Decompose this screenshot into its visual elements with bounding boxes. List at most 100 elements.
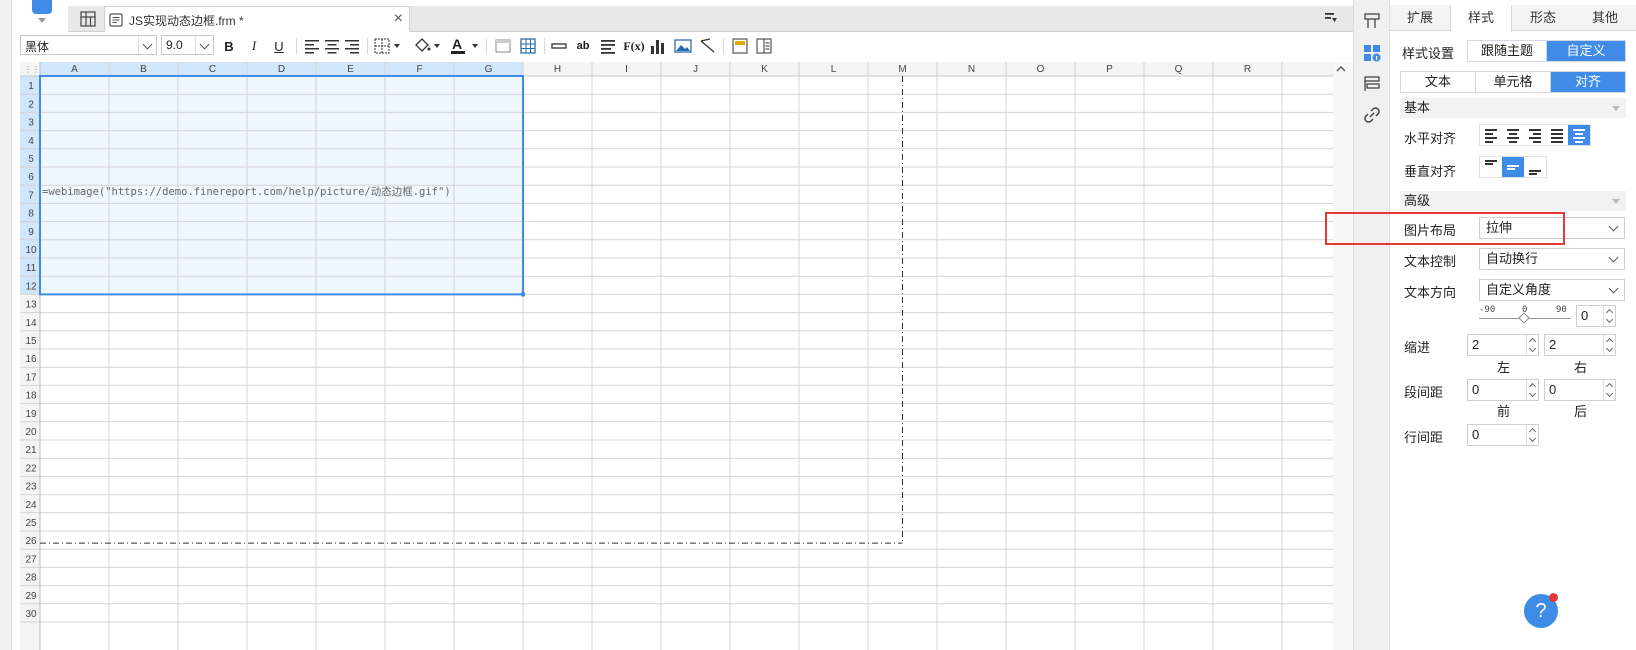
collapse-icon[interactable] [1612, 106, 1620, 111]
basic-section-header[interactable]: 基本 [1400, 98, 1626, 118]
hyperlink-icon[interactable] [1363, 106, 1381, 124]
spinner-arrows-icon[interactable] [1603, 306, 1615, 326]
column-header-n[interactable]: N [968, 64, 975, 75]
chevron-down-icon[interactable] [1604, 280, 1624, 300]
row-header-13[interactable]: 13 [25, 300, 37, 311]
column-header-i[interactable]: I [625, 64, 628, 75]
column-header-p[interactable]: P [1106, 64, 1113, 75]
row-header-24[interactable]: 24 [25, 500, 37, 511]
subtab-align[interactable]: 对齐 [1551, 72, 1625, 92]
border-dropdown-icon[interactable] [372, 36, 404, 56]
h-align-default-icon[interactable] [1568, 125, 1590, 145]
column-layout-icon[interactable] [754, 36, 774, 56]
text-direction-select[interactable]: 自定义角度 [1479, 279, 1625, 301]
text-cell-button[interactable]: ab [573, 36, 593, 56]
underline-button[interactable]: U [269, 36, 289, 56]
spreadsheet-grid[interactable]: ⋮⋮ A B C D E F G H I J K L M N O P Q R 1 2 3 4 5 6 7 8 9 10 11 12 13 14 1… [20, 62, 1353, 650]
grid-canvas[interactable]: ⋮⋮ A B C D E F G H I J K L M N O P Q R12345678910111213141… [20, 62, 1353, 650]
formula-button[interactable]: F(x) [622, 36, 646, 56]
chevron-down-icon[interactable] [138, 36, 156, 54]
chevron-down-icon[interactable] [195, 36, 213, 54]
spinner-arrows-icon[interactable] [1603, 380, 1615, 400]
row-header-14[interactable]: 14 [25, 318, 37, 329]
column-header-j[interactable]: J [693, 64, 698, 75]
fill-color-icon[interactable] [412, 36, 444, 56]
row-header-8[interactable]: 8 [28, 209, 34, 220]
tab-expand[interactable]: 扩展 [1390, 5, 1450, 31]
row-header-28[interactable]: 28 [25, 573, 37, 584]
spinner-arrows-icon[interactable] [1526, 380, 1538, 400]
align-left-icon[interactable] [302, 36, 322, 56]
document-tab[interactable]: JS实现动态边框.frm * × [104, 6, 410, 32]
column-header-e[interactable]: E [347, 64, 354, 75]
app-logo-icon[interactable] [32, 0, 52, 14]
row-header-10[interactable]: 10 [25, 245, 37, 256]
row-header-16[interactable]: 16 [25, 354, 37, 365]
line-spacing-spinner[interactable]: 0 [1467, 424, 1539, 446]
row-header-11[interactable]: 11 [26, 263, 37, 274]
tab-list-menu-icon[interactable] [1324, 12, 1338, 24]
column-header-r[interactable]: R [1244, 64, 1251, 75]
collapse-icon[interactable] [1612, 199, 1620, 204]
follow-theme-option[interactable]: 跟随主题 [1468, 41, 1547, 61]
column-header-q[interactable]: Q [1175, 64, 1183, 75]
indent-left-spinner[interactable]: 2 [1467, 334, 1539, 356]
indent-right-spinner[interactable]: 2 [1544, 334, 1616, 356]
tab-style[interactable]: 样式 [1450, 5, 1512, 32]
merge-cells-icon[interactable] [493, 36, 513, 56]
image-icon[interactable] [673, 36, 693, 56]
table-icon[interactable] [518, 36, 538, 56]
tab-form[interactable]: 形态 [1512, 5, 1574, 31]
row-header-5[interactable]: 5 [28, 154, 34, 165]
logo-dropdown-icon[interactable] [38, 18, 46, 23]
column-header-m[interactable]: M [898, 64, 906, 75]
spinner-arrows-icon[interactable] [1526, 425, 1538, 445]
row-header-9[interactable]: 9 [28, 227, 34, 238]
column-header-h[interactable]: H [554, 64, 561, 75]
font-family-select[interactable]: 黑体 [20, 35, 157, 55]
h-align-center-icon[interactable] [1502, 125, 1524, 145]
row-header-25[interactable]: 25 [25, 518, 37, 529]
row-header-21[interactable]: 21 [25, 445, 37, 456]
column-header-k[interactable]: K [761, 64, 768, 75]
column-header-a[interactable]: A [71, 64, 78, 75]
column-header-c[interactable]: C [209, 64, 216, 75]
select-all-icon[interactable]: ⋮⋮ [24, 65, 40, 74]
paragraph-icon[interactable] [598, 36, 618, 56]
component-tree-icon[interactable] [1363, 12, 1381, 30]
advanced-section-header[interactable]: 高级 [1400, 191, 1626, 211]
row-header-23[interactable]: 23 [25, 482, 37, 493]
row-header-17[interactable]: 17 [25, 372, 37, 383]
row-header-6[interactable]: 6 [28, 172, 34, 183]
slash-cell-icon[interactable] [698, 36, 718, 56]
font-color-icon[interactable]: A [448, 36, 482, 56]
column-header-o[interactable]: O [1037, 64, 1045, 75]
para-after-spinner[interactable]: 0 [1544, 379, 1616, 401]
insert-row-icon[interactable] [549, 36, 569, 56]
row-header-19[interactable]: 19 [25, 409, 37, 420]
column-header-g[interactable]: G [485, 64, 493, 75]
font-size-select[interactable]: 9.0 [161, 35, 214, 55]
close-tab-icon[interactable]: × [394, 10, 403, 28]
angle-spinner[interactable]: 0 [1576, 305, 1616, 327]
row-header-18[interactable]: 18 [25, 391, 37, 402]
bold-button[interactable]: B [219, 36, 239, 56]
row-header-22[interactable]: 22 [25, 463, 37, 474]
custom-option[interactable]: 自定义 [1547, 41, 1625, 61]
row-header-30[interactable]: 30 [25, 609, 37, 620]
text-control-select[interactable]: 自动换行 [1479, 248, 1625, 270]
row-header-3[interactable]: 3 [28, 118, 34, 129]
row-header-2[interactable]: 2 [28, 99, 34, 110]
spinner-arrows-icon[interactable] [1526, 335, 1538, 355]
column-header-d[interactable]: D [278, 64, 285, 75]
scroll-up-icon[interactable] [1336, 64, 1346, 74]
tab-other[interactable]: 其他 [1574, 5, 1636, 31]
v-align-middle-icon[interactable] [1502, 157, 1524, 177]
chevron-down-icon[interactable] [1604, 249, 1624, 269]
subtab-text[interactable]: 文本 [1401, 72, 1476, 92]
cell-style-icon[interactable] [730, 36, 750, 56]
cell-attributes-icon[interactable] [1363, 44, 1381, 62]
row-header-20[interactable]: 20 [25, 427, 37, 438]
chevron-down-icon[interactable] [1604, 218, 1624, 238]
h-align-right-icon[interactable] [1524, 125, 1546, 145]
